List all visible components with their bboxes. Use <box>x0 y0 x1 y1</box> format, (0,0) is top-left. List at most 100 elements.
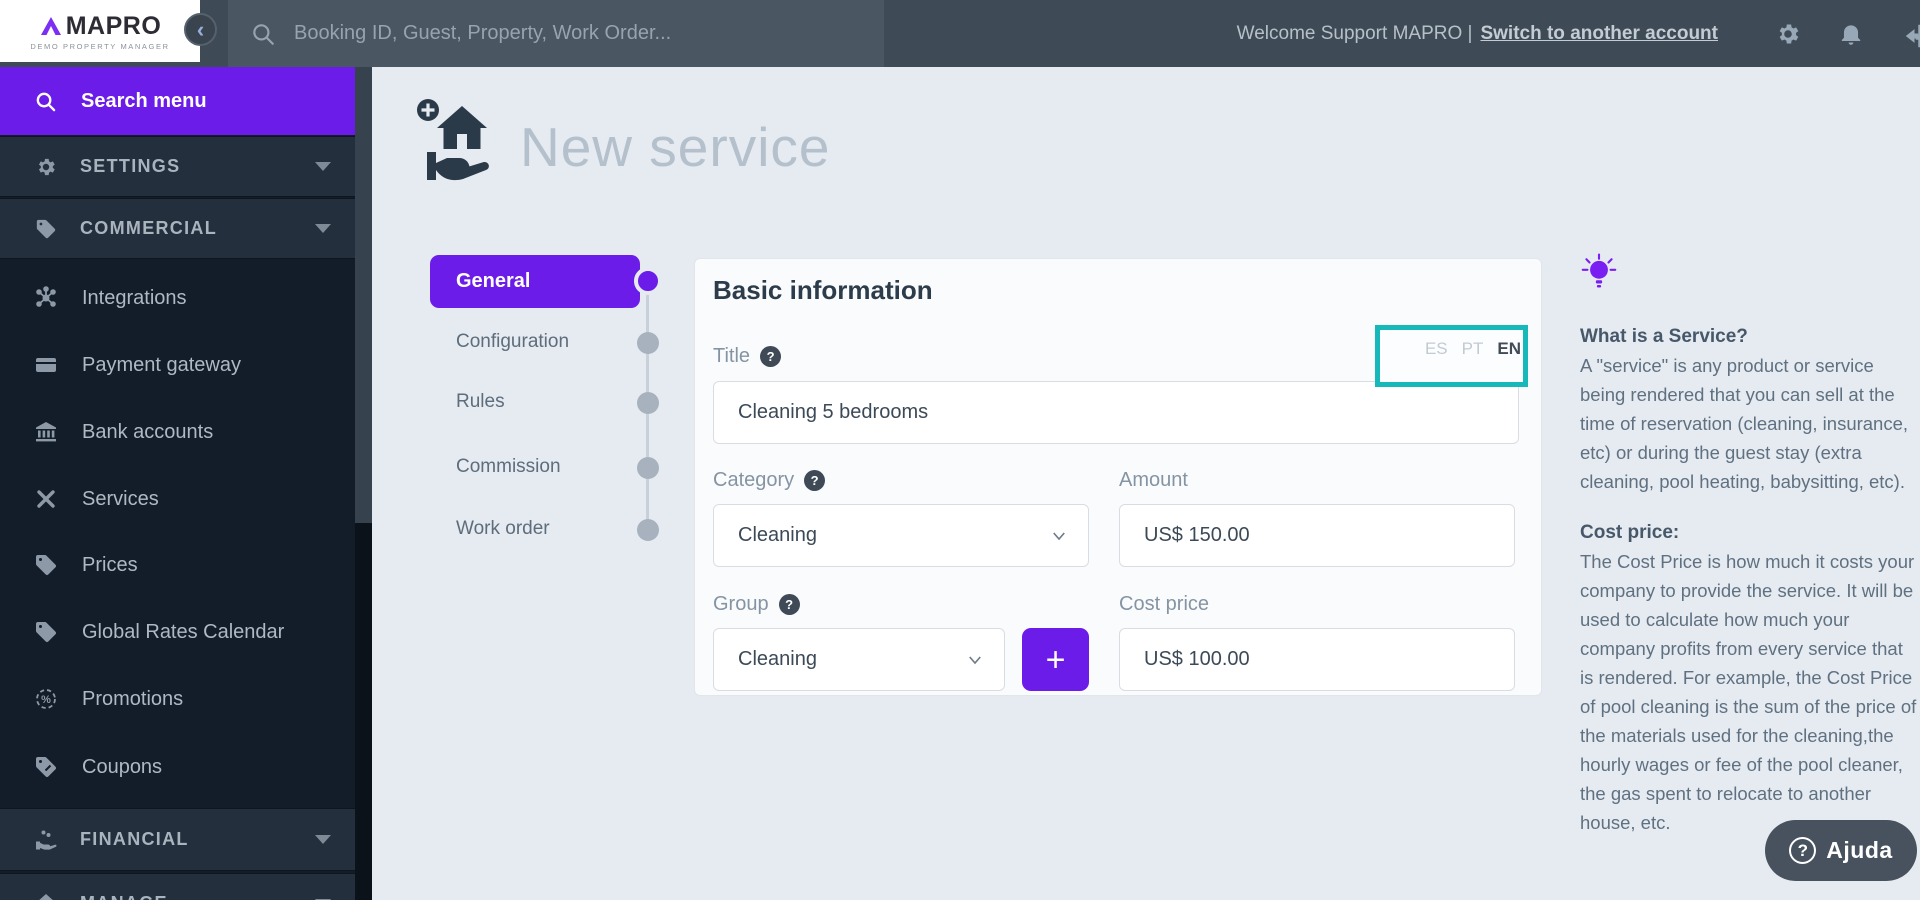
group-label: Group <box>713 593 769 615</box>
sidebar: Search menu SETTINGS COMMERCIAL Integrat… <box>0 67 355 900</box>
sidebar-item-promotions[interactable]: % Promotions <box>0 677 355 721</box>
step-commission[interactable]: Commission <box>456 456 561 478</box>
lang-tab-pt[interactable]: PT <box>1462 339 1484 359</box>
notifications-bell-button[interactable] <box>1838 21 1864 47</box>
sidebar-section-label: FINANCIAL <box>80 829 189 849</box>
sidebar-item-services[interactable]: Services <box>0 477 355 521</box>
sidebar-section-label: MANAGE <box>80 893 168 900</box>
step-dot <box>637 457 659 479</box>
coupon-tag-icon <box>36 757 56 777</box>
card-title: Basic information <box>713 275 933 305</box>
step-general[interactable]: General <box>430 255 640 308</box>
sidebar-item-global-rates-calendar[interactable]: Global Rates Calendar <box>0 610 355 654</box>
tools-icon <box>37 490 55 508</box>
sidebar-item-bank-accounts[interactable]: Bank accounts <box>0 410 355 454</box>
lang-tab-en[interactable]: EN <box>1497 339 1521 359</box>
chevron-down-icon <box>969 656 981 665</box>
bell-icon <box>1841 25 1861 45</box>
chevron-down-icon <box>315 162 331 171</box>
step-dot <box>637 519 659 541</box>
search-icon <box>36 92 56 111</box>
logo-brand: MAPRO <box>65 11 162 40</box>
sidebar-search-menu[interactable]: Search menu <box>0 67 355 135</box>
cost-price-input[interactable] <box>1119 628 1515 691</box>
help-what-title: What is a Service? <box>1580 326 1748 347</box>
integrations-hub-icon <box>36 286 56 307</box>
scrollbar-thumb[interactable] <box>355 67 372 523</box>
sidebar-item-prices[interactable]: Prices <box>0 543 355 587</box>
global-search[interactable] <box>228 0 884 67</box>
category-select[interactable]: Cleaning <box>713 504 1089 567</box>
logout-button[interactable] <box>1902 21 1920 48</box>
lang-tab-es[interactable]: ES <box>1425 339 1448 359</box>
credit-card-icon <box>36 358 56 372</box>
sidebar-item-integrations[interactable]: Integrations <box>0 276 355 320</box>
step-rules[interactable]: Rules <box>456 391 505 413</box>
hand-coins-icon <box>36 830 57 850</box>
title-label: Title <box>713 345 751 367</box>
question-circle-icon: ? <box>1789 837 1817 864</box>
new-service-icon <box>417 99 489 181</box>
sidebar-item-coupons[interactable]: Coupons <box>0 745 355 789</box>
percent-circle-icon: % <box>36 689 56 709</box>
group-help-icon[interactable]: ? <box>778 594 800 615</box>
house-icon <box>39 894 53 900</box>
sidebar-item-label: Payment gateway <box>82 353 241 376</box>
sidebar-section-financial[interactable]: FINANCIAL <box>0 808 355 871</box>
svg-text:%: % <box>41 694 51 706</box>
step-work-order[interactable]: Work order <box>456 518 550 540</box>
ajuda-help-button[interactable]: ? Ajuda <box>1765 820 1917 881</box>
step-dot <box>637 332 659 354</box>
rates-tag-icon <box>36 622 56 642</box>
sidebar-section-commercial[interactable]: COMMERCIAL <box>0 198 355 259</box>
sidebar-item-label: Bank accounts <box>82 420 214 443</box>
title-help-icon[interactable]: ? <box>760 346 782 367</box>
sidebar-collapse-button[interactable]: ‹ <box>184 13 217 46</box>
add-group-button[interactable]: + <box>1022 628 1089 691</box>
title-input[interactable] <box>713 381 1519 444</box>
chevron-down-icon <box>315 835 331 844</box>
sidebar-item-label: Promotions <box>82 687 184 710</box>
help-panel: What is a Service? A "service" is any pr… <box>1580 253 1918 837</box>
logout-icon <box>1905 24 1920 48</box>
sidebar-item-label: Global Rates Calendar <box>82 620 285 643</box>
category-help-icon[interactable]: ? <box>804 470 826 491</box>
sidebar-section-label: COMMERCIAL <box>80 218 217 238</box>
group-select[interactable]: Cleaning <box>713 628 1005 691</box>
group-value: Cleaning <box>738 648 817 670</box>
price-tag-icon <box>36 555 56 575</box>
sidebar-section-label: SETTINGS <box>80 156 181 176</box>
tag-icon <box>36 219 56 238</box>
welcome-text: Welcome Support MAPRO | <box>1236 22 1473 44</box>
settings-gear-button[interactable] <box>1775 21 1801 47</box>
sidebar-item-payment-gateway[interactable]: Payment gateway <box>0 343 355 387</box>
logo-caret-icon <box>40 17 61 35</box>
sidebar-item-label: Prices <box>82 553 138 576</box>
amount-input[interactable] <box>1119 504 1515 567</box>
logo-tagline: DEMO PROPERTY MANAGER <box>30 41 170 51</box>
global-search-input[interactable] <box>294 22 854 45</box>
help-what-text: A "service" is any product or service be… <box>1580 355 1909 492</box>
sidebar-search-label: Search menu <box>81 89 207 112</box>
switch-account-link[interactable]: Switch to another account <box>1480 23 1718 45</box>
amount-label: Amount <box>1119 469 1188 491</box>
bank-icon <box>36 422 56 442</box>
category-label: Category <box>713 469 795 491</box>
gear-icon <box>38 158 55 175</box>
gear-icon <box>1779 24 1799 44</box>
basic-information-card: Basic information Title ? ES PT EN Categ… <box>694 258 1542 696</box>
ajuda-label: Ajuda <box>1826 837 1893 863</box>
sidebar-item-label: Services <box>82 487 159 510</box>
cost-price-label: Cost price <box>1119 593 1210 615</box>
app-logo[interactable]: MAPRO DEMO PROPERTY MANAGER <box>0 0 200 62</box>
sidebar-item-label: Integrations <box>82 286 187 309</box>
sidebar-item-label: Coupons <box>82 755 163 778</box>
step-configuration[interactable]: Configuration <box>456 331 569 353</box>
chevron-down-icon <box>315 224 331 233</box>
sidebar-section-manage[interactable]: MANAGE <box>0 873 355 900</box>
sidebar-scrollbar[interactable] <box>355 67 372 900</box>
help-cost-title: Cost price: <box>1580 522 1680 543</box>
help-cost-text: The Cost Price is how much it costs your… <box>1580 551 1917 833</box>
main-content: New service General Configuration Rules … <box>372 67 1920 900</box>
sidebar-section-settings[interactable]: SETTINGS <box>0 136 355 197</box>
